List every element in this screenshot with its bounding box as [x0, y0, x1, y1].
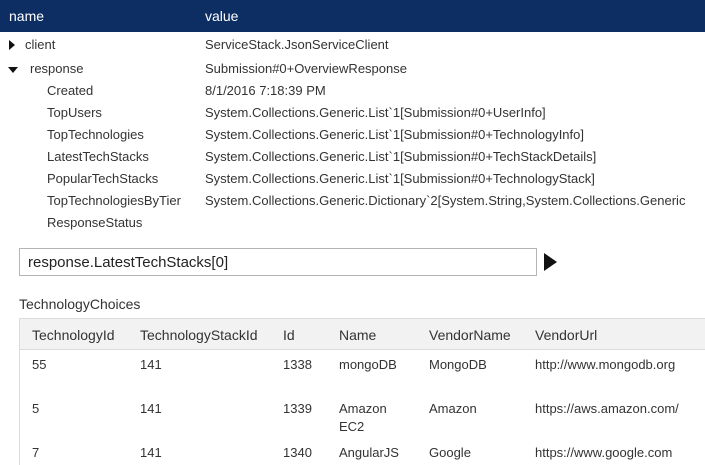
tree-row-value: Submission#0+OverviewResponse [205, 61, 407, 76]
tree-row-topusers[interactable]: TopUsers System.Collections.Generic.List… [0, 102, 705, 124]
column-header-technologyid[interactable]: TechnologyId [32, 327, 115, 343]
tree-row-name: TopTechnologies [47, 127, 144, 142]
tree-row-value: 8/1/2016 7:18:39 PM [205, 83, 326, 98]
column-header-name[interactable]: Name [339, 327, 376, 343]
tree-row-populartechstacks[interactable]: PopularTechStacks System.Collections.Gen… [0, 168, 705, 190]
table-cell: 55 [32, 357, 47, 372]
table-cell: AngularJS [339, 445, 399, 460]
tree-row-toptechnologies[interactable]: TopTechnologies System.Collections.Gener… [0, 124, 705, 146]
table-cell: Google [429, 445, 471, 460]
table-cell: MongoDB [429, 357, 487, 372]
column-header-technologystackid[interactable]: TechnologyStackId [140, 327, 258, 343]
collapse-arrow-icon[interactable] [8, 64, 18, 74]
table-cell: Amazon [429, 401, 477, 416]
value-column-header[interactable]: value [205, 8, 238, 24]
table-cell: 1338 [283, 357, 312, 372]
table-cell: Amazon EC2 [339, 401, 387, 434]
tree-row-toptechnologiesbytier[interactable]: TopTechnologiesByTier System.Collections… [0, 190, 705, 212]
tree-row-response[interactable]: response Submission#0+OverviewResponse [0, 58, 705, 80]
section-title: TechnologyChoices [19, 296, 141, 312]
play-icon [544, 253, 557, 271]
table-cell: 141 [140, 401, 162, 416]
table-cell: 1340 [283, 445, 312, 460]
query-input[interactable] [19, 248, 537, 276]
tree-row-name: client [25, 37, 56, 52]
table-cell: https://www.google.com [535, 445, 673, 460]
table-cell: https://aws.amazon.com/ [535, 401, 679, 416]
run-query-button[interactable] [540, 251, 562, 273]
tree-row-responsestatus[interactable]: ResponseStatus [0, 212, 705, 234]
tree-row-value: System.Collections.Generic.List`1[Submis… [205, 171, 595, 186]
table-cell: 141 [140, 445, 162, 460]
tree-row-name: LatestTechStacks [47, 149, 149, 164]
table-cell: 7 [32, 445, 40, 460]
tree-row-name: Created [47, 83, 94, 98]
table-cell: mongoDB [339, 357, 397, 372]
table-header-row: TechnologyId TechnologyStackId Id Name V… [20, 319, 705, 350]
tree-row-value: System.Collections.Generic.List`1[Submis… [205, 105, 546, 120]
name-column-header[interactable]: name [9, 8, 44, 24]
technology-choices-table: TechnologyId TechnologyStackId Id Name V… [19, 318, 705, 465]
tree-row-name: TopUsers [47, 105, 102, 120]
table-cell: 5 [32, 401, 40, 416]
tree-row-value: ServiceStack.JsonServiceClient [205, 37, 389, 52]
tree-row-name: response [30, 61, 84, 76]
tree-row-value: System.Collections.Generic.List`1[Submis… [205, 149, 597, 164]
grid-header-bar: name value [0, 0, 705, 32]
tree-row-name: PopularTechStacks [47, 171, 159, 186]
tree-row-created[interactable]: Created 8/1/2016 7:18:39 PM [0, 80, 705, 102]
column-header-vendorname[interactable]: VendorName [429, 327, 511, 343]
tree-row-client[interactable]: client ServiceStack.JsonServiceClient [0, 34, 705, 56]
tree-row-value: System.Collections.Generic.Dictionary`2[… [205, 193, 686, 208]
tree-row-name: TopTechnologiesByTier [47, 193, 181, 208]
expand-arrow-icon[interactable] [8, 38, 18, 50]
tree-row-latesttechstacks[interactable]: LatestTechStacks System.Collections.Gene… [0, 146, 705, 168]
tree-row-value: System.Collections.Generic.List`1[Submis… [205, 127, 584, 142]
column-header-id[interactable]: Id [283, 327, 295, 343]
column-header-vendorurl[interactable]: VendorUrl [535, 327, 597, 343]
table-cell: 1339 [283, 401, 312, 416]
table-cell: http://www.mongodb.org [535, 357, 676, 372]
table-cell: 141 [140, 357, 162, 372]
tree-row-name: ResponseStatus [47, 215, 143, 230]
